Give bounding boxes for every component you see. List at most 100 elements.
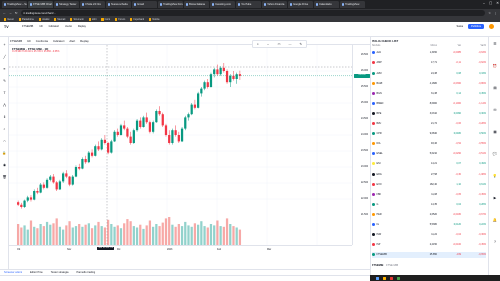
browser-tab[interactable]: FTSE MIB Chart – ...: [28, 1, 53, 8]
help-icon[interactable]: ?: [492, 240, 498, 245]
watchlist-row[interactable]: BPE 3,0310 0,0090 0,30%: [372, 111, 486, 117]
header-item[interactable]: Avvisi: [65, 25, 72, 28]
maximize-icon[interactable]: ▢: [489, 1, 492, 5]
address-field[interactable]: it.tradingview.com/chart/...: [20, 10, 486, 16]
browser-tab[interactable]: TradingView: [340, 1, 365, 8]
bookmark-item[interactable]: Forum: [115, 18, 125, 21]
browser-tab[interactable]: YouTube: [236, 1, 261, 8]
menu-icon[interactable]: ⋮: [494, 11, 497, 15]
header-item[interactable]: Indicatori: [49, 25, 60, 28]
browser-tab[interactable]: Il Sole 24 Ore: [80, 1, 105, 8]
bookmark-item[interactable]: Invest: [4, 18, 14, 21]
resize-icon[interactable]: ⇔: [267, 42, 270, 46]
data-window-icon[interactable]: ▤: [492, 86, 498, 91]
browser-tab[interactable]: Yahoo Finanza: [262, 1, 287, 8]
header-item[interactable]: FTSEMIB: [22, 25, 33, 28]
trash-icon[interactable]: 🗑: [2, 175, 7, 179]
bottom-tab[interactable]: Pannello trading: [76, 271, 95, 274]
bookmark-item[interactable]: Mercati: [54, 18, 65, 21]
browser-tab[interactable]: Investing.com: [210, 1, 235, 8]
rectangle-icon[interactable]: ▭: [278, 42, 281, 46]
taskbar-app-icon[interactable]: [383, 276, 386, 280]
ideas-icon[interactable]: 💡: [492, 174, 498, 179]
notifications-icon[interactable]: 🔔: [492, 218, 498, 223]
lock-icon[interactable]: 🔒: [2, 151, 7, 155]
watchlist-row[interactable]: HER 2,6520 -0,0180 -0,67%: [372, 212, 486, 218]
watchlist-row[interactable]: EXO 182,40 1,10 0,61%: [372, 181, 486, 187]
calendar-icon[interactable]: ▦: [492, 130, 498, 135]
header-item[interactable]: Replay: [78, 25, 86, 28]
watchlist-title[interactable]: ITALIA CHECK LIST: [372, 39, 398, 43]
minimize-icon[interactable]: –: [483, 1, 485, 5]
bookmark-item[interactable]: Analisi: [39, 18, 49, 21]
bookmark-item[interactable]: Libri: [88, 18, 96, 21]
eye-icon[interactable]: ◉: [2, 163, 7, 167]
bottom-tab[interactable]: Editor Pine: [30, 271, 43, 274]
watchlist-row[interactable]: FTSEMIB 25.850 -169 -0,65%: [372, 251, 486, 258]
bookmark-item[interactable]: Piattaforme: [18, 18, 34, 21]
publish-button[interactable]: Pubblica: [468, 24, 484, 29]
close-icon[interactable]: ✕: [496, 1, 499, 5]
taskbar-app-icon[interactable]: [376, 276, 379, 280]
watchlist-row[interactable]: INW 11,22 -0,04 -0,36%: [372, 232, 486, 238]
watchlist-row[interactable]: ERG 27,58 -0,30 -1,08%: [372, 171, 486, 177]
watchlist-row[interactable]: AMP 17,71 -0,11 -0,62%: [372, 60, 486, 66]
watchlist-row[interactable]: ENEL 5,6210 -0,0290 -0,51%: [372, 151, 486, 157]
bookmark-item[interactable]: Notizie: [149, 18, 160, 21]
magnet-icon[interactable]: ∩: [2, 139, 7, 143]
taskbar-app-icon[interactable]: [390, 276, 393, 280]
alert-icon[interactable]: ⏰: [492, 64, 498, 69]
watchlist-row[interactable]: ENI 14,21 0,07 0,49%: [372, 161, 486, 167]
text-icon[interactable]: T: [2, 91, 7, 95]
symbol-toolbar-item[interactable]: 1D: [27, 39, 31, 43]
watchlist-column-header[interactable]: Var%: [461, 45, 486, 47]
crosshair-icon[interactable]: ⌖: [257, 42, 259, 46]
browser-tab[interactable]: Google Drive: [288, 1, 313, 8]
save-button[interactable]: Salva: [457, 25, 464, 28]
forward-icon[interactable]: →: [9, 11, 12, 15]
watchlist-row[interactable]: BZU 21,72 -0,06 -0,28%: [372, 121, 486, 127]
streams-icon[interactable]: ▶: [492, 196, 498, 201]
watchlist-row[interactable]: DIA 93,46 -0,52 -0,55%: [372, 141, 486, 147]
price-axis[interactable]: 26.500 26.000 25.500 25.000 24.500 24.000 23.5…: [352, 45, 370, 245]
symbol-toolbar-item[interactable]: Confronta: [36, 39, 48, 43]
watchlist-row[interactable]: AZM 24,38 0,08 0,33%: [372, 70, 486, 76]
watchlist-row[interactable]: CPR 9,6840 0,0480 0,50%: [372, 131, 486, 137]
watchlist-row[interactable]: BAMI 4,1680 -0,0360 -0,86%: [372, 80, 486, 86]
chat-icon[interactable]: 💬: [492, 152, 498, 157]
browser-tab[interactable]: Strategy Tester: [54, 1, 79, 8]
browser-tab[interactable]: Borsa Italiana: [184, 1, 209, 8]
crosshair-icon[interactable]: +: [2, 43, 7, 47]
taskbar-app-icon[interactable]: [397, 276, 400, 280]
zoom-icon[interactable]: ⌕: [2, 127, 7, 131]
back-icon[interactable]: ←: [3, 11, 6, 15]
watchlist-row[interactable]: BGN 31,38 0,14 0,45%: [372, 90, 486, 96]
measure-icon[interactable]: ⇕: [2, 115, 7, 119]
watchlist-row[interactable]: G 14,35 0,04 0,28%: [372, 201, 486, 207]
watchlist-icon[interactable]: ☰: [492, 42, 498, 47]
more-icon[interactable]: ⋯: [288, 42, 291, 46]
watchlist-row[interactable]: FBK 11,08 -0,05 -0,45%: [372, 191, 486, 197]
bookmark-item[interactable]: Corsi: [101, 18, 110, 21]
browser-tab[interactable]: Nuova scheda: [106, 1, 131, 8]
browser-tab[interactable]: TradingView Forum: [158, 1, 183, 8]
watchlist-column-header[interactable]: Var: [437, 45, 461, 47]
time-axis[interactable]: Ott Nov Dic 2023 Feb Mar ven 30 Dic '22: [9, 245, 352, 255]
bottom-tab[interactable]: Screener azioni: [4, 271, 22, 274]
reload-icon[interactable]: ↻: [15, 11, 18, 15]
browser-tab[interactable]: Gmail: [132, 1, 157, 8]
news-icon[interactable]: ✉: [492, 108, 498, 113]
price-chart[interactable]: [9, 45, 352, 245]
symbol-toolbar-item[interactable]: Replay: [80, 39, 89, 43]
pencil-icon[interactable]: ✎: [299, 42, 302, 46]
trendline-icon[interactable]: ╱: [2, 55, 7, 59]
bookmark-item[interactable]: Strumenti: [70, 18, 84, 21]
watchlist-column-header[interactable]: Simbolo: [372, 45, 412, 47]
watchlist-column-header[interactable]: Ultimo: [412, 45, 437, 47]
bottom-tab[interactable]: Tester strategia: [51, 271, 69, 274]
star-icon[interactable]: ☆: [488, 11, 491, 15]
symbol-toolbar-item[interactable]: FTSEMIB: [10, 39, 22, 43]
header-item[interactable]: 1D: [39, 25, 42, 28]
browser-tab[interactable]: TradingView – Super...: [2, 1, 27, 8]
watchlist-row[interactable]: A2A 1,3450 -0,0085 -0,63%: [372, 50, 486, 56]
